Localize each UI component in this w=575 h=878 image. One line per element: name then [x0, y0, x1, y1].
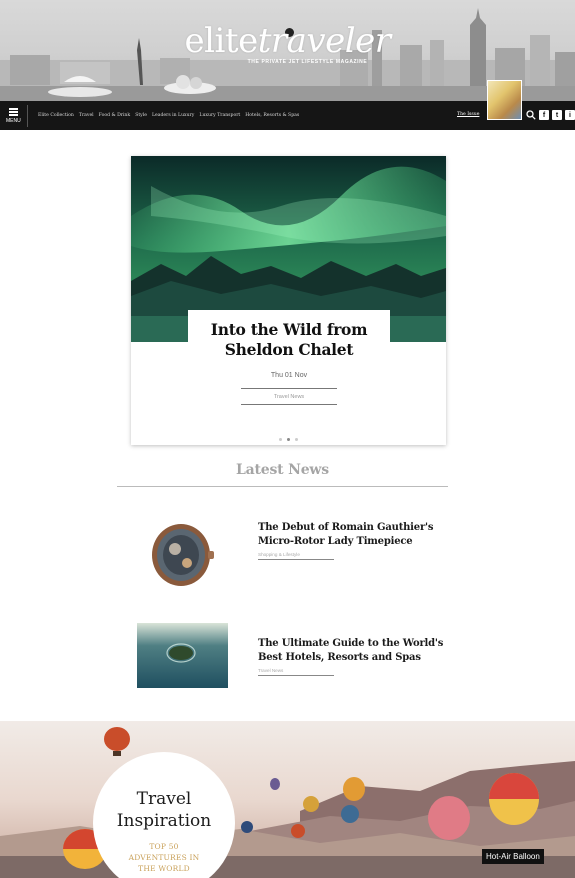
menu-button[interactable]: MENU [6, 105, 28, 127]
featured-article-title[interactable]: Into the Wild from Sheldon Chalet [188, 320, 390, 360]
instagram-icon[interactable]: i [565, 110, 575, 120]
image-caption-label: Hot-Air Balloon [482, 849, 544, 864]
nav-link-elite-collection[interactable]: Elite Collection [38, 113, 74, 118]
travel-inspiration-title: Travel Inspiration [116, 789, 212, 831]
featured-article-card[interactable]: Into the Wild from Sheldon Chalet Thu 01… [131, 156, 446, 445]
carousel-dot-active[interactable] [287, 438, 290, 441]
site-logo[interactable]: elitetraveler THE PRIVATE JET LIFESTYLE … [0, 24, 575, 65]
featured-article-category[interactable]: Travel News [188, 394, 390, 400]
nav-link-luxury-transport[interactable]: Luxury Transport [199, 113, 240, 118]
news-item-text: The Debut of Romain Gauthier's Micro-Rot… [258, 521, 448, 560]
news-item-title[interactable]: The Ultimate Guide to the World's Best H… [258, 637, 448, 665]
watch-thumbnail[interactable] [137, 521, 228, 589]
news-item-category[interactable]: Travel News [258, 668, 448, 673]
carousel-dots [131, 438, 446, 441]
menu-label: MENU [6, 118, 21, 124]
divider [241, 388, 337, 389]
nav-link-style[interactable]: Style [135, 113, 147, 118]
site-tagline: THE PRIVATE JET LIFESTYLE MAGAZINE [247, 59, 368, 65]
hamburger-icon [9, 108, 18, 117]
nav-icons: f t i [526, 110, 575, 120]
divider [117, 486, 448, 487]
magazine-cover-thumbnail[interactable] [487, 80, 522, 120]
nav-link-leaders-in-luxury[interactable]: Leaders in Luxury [152, 113, 194, 118]
facebook-icon[interactable]: f [539, 110, 549, 120]
latest-news-heading: Latest News [236, 462, 329, 478]
divider [258, 675, 334, 676]
carousel-dot[interactable] [295, 438, 298, 441]
news-item-title[interactable]: The Debut of Romain Gauthier's Micro-Rot… [258, 521, 448, 549]
travel-inspiration-banner[interactable]: Travel Inspiration TOP 50 ADVENTURES IN … [0, 721, 575, 878]
travel-inspiration-subtitle: TOP 50 ADVENTURES IN THE WORLD [128, 842, 200, 873]
search-icon[interactable] [526, 110, 536, 120]
news-item-text: The Ultimate Guide to the World's Best H… [258, 637, 448, 676]
featured-article-date: Thu 01 Nov [270, 372, 308, 379]
featured-article-caption: Into the Wild from Sheldon Chalet Thu 01… [188, 310, 390, 410]
nav-link-travel[interactable]: Travel [79, 113, 94, 118]
nav-links: Elite Collection Travel Food & Drink Sty… [38, 101, 299, 130]
divider [258, 559, 334, 560]
island-thumbnail[interactable] [137, 623, 228, 688]
carousel-dot[interactable] [279, 438, 282, 441]
nav-link-food-drink[interactable]: Food & Drink [99, 113, 131, 118]
nav-link-hotels-resorts-spas[interactable]: Hotels, Resorts & Spas [245, 113, 299, 118]
issue-link[interactable]: The Issue [457, 112, 479, 117]
twitter-icon[interactable]: t [552, 110, 562, 120]
divider [241, 404, 337, 405]
news-list-item[interactable]: The Ultimate Guide to the World's Best H… [137, 623, 457, 693]
news-list-item[interactable]: The Debut of Romain Gauthier's Micro-Rot… [137, 521, 457, 591]
news-item-category[interactable]: Shopping & Lifestyle [258, 552, 448, 557]
